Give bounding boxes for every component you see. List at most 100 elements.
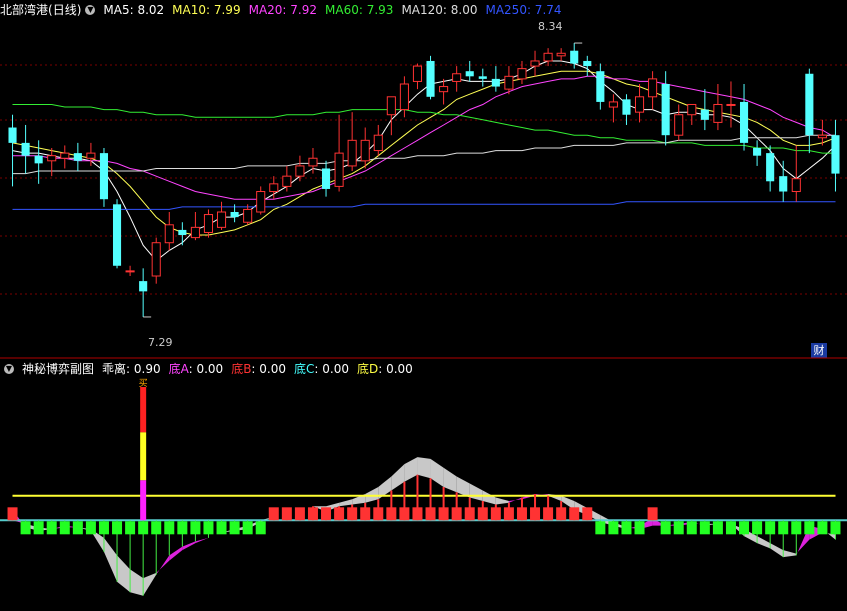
candle-body [164, 224, 174, 244]
candle-body [178, 229, 187, 236]
bias-block-down [699, 521, 710, 535]
candle-body [125, 270, 135, 273]
bias-fill [783, 550, 797, 558]
candle-body [530, 60, 540, 67]
bias-block-down [33, 521, 44, 535]
buy-marker-label: 买 [139, 378, 148, 389]
candle-body [373, 134, 383, 152]
bias-block-up [438, 507, 449, 521]
bias-block-down [46, 521, 57, 535]
candle-body [596, 71, 605, 102]
bias-fill [469, 483, 483, 502]
candle-body [21, 142, 30, 156]
bias-fill [495, 497, 509, 505]
candle-body [726, 103, 736, 106]
bias-block-up [7, 507, 18, 521]
bias-block-down [20, 521, 31, 535]
candle-body [478, 76, 487, 79]
bias-block-down [255, 521, 266, 535]
candle-body [34, 155, 43, 164]
candle-body [216, 211, 227, 228]
candle-body [439, 86, 449, 93]
bias-block-down [125, 521, 136, 535]
candle-body [60, 152, 70, 159]
bias-block-down [673, 521, 684, 535]
candle-body [190, 226, 200, 239]
candle-body [583, 60, 592, 67]
candle-body [308, 157, 318, 167]
bias-block-up [373, 507, 384, 521]
candle-body [256, 191, 266, 213]
bias-fill [770, 543, 784, 558]
bias-block-up [477, 507, 488, 521]
bias-block-down [216, 521, 227, 535]
bias-fill [130, 569, 144, 596]
bias-fill [404, 457, 418, 482]
candle-body [570, 50, 579, 64]
bias-fill [508, 497, 522, 503]
candle-body [112, 204, 122, 266]
candle-body [282, 175, 292, 187]
bias-block-up [307, 507, 318, 521]
bias-fill [339, 499, 353, 507]
candle-body [386, 96, 396, 116]
bias-block-up [321, 507, 332, 521]
candle-body [203, 214, 214, 233]
candle-body [99, 153, 109, 200]
candle-body [47, 155, 57, 162]
candle-body [753, 148, 762, 156]
bias-block-down [739, 521, 750, 535]
candle-body [465, 71, 474, 77]
candle-body [491, 78, 500, 87]
bias-fill [757, 536, 771, 549]
bias-fill [430, 458, 444, 487]
bias-fill [391, 464, 405, 491]
bias-block-up [647, 507, 658, 521]
candle-body [151, 242, 161, 277]
bias-block-down [203, 521, 214, 535]
bias-block-down [229, 521, 240, 535]
candle-body [230, 212, 239, 218]
candle-body [295, 165, 305, 177]
bias-block-down [242, 521, 253, 535]
buy-column-yellow [140, 432, 147, 481]
bias-block-down [59, 521, 70, 535]
candle-body [399, 83, 409, 111]
candle-body [139, 281, 148, 292]
candle-body [269, 183, 279, 193]
bias-block-up [294, 507, 305, 521]
ma-line-ma20 [12, 75, 836, 200]
candle-body [334, 152, 344, 187]
bias-block-up [412, 507, 423, 521]
candle-body [713, 103, 723, 123]
candle-body [8, 127, 17, 143]
bias-block-down [660, 521, 671, 535]
candle-body [426, 60, 435, 97]
candle-body [543, 52, 553, 62]
bias-block-up [268, 507, 279, 521]
bias-fill [169, 546, 183, 561]
candle-body [556, 52, 566, 57]
bias-block-up [399, 507, 410, 521]
bias-block-up [569, 507, 580, 521]
candle-body [608, 101, 618, 108]
bias-block-up [543, 507, 554, 521]
bias-block-down [765, 521, 776, 535]
bias-block-up [464, 507, 475, 521]
bias-block-up [281, 507, 292, 521]
ma-line-ma5 [12, 60, 836, 262]
bias-block-down [190, 521, 201, 535]
candle-body [831, 135, 840, 174]
bias-block-down [804, 521, 815, 535]
bias-fill [182, 541, 196, 551]
chart-canvas: 买 [0, 42, 847, 596]
bias-block-down [634, 521, 645, 535]
candle-body [805, 73, 814, 136]
bias-block-down [177, 521, 188, 535]
candle-body [739, 101, 749, 143]
bias-block-up [334, 507, 345, 521]
bias-block-up [490, 507, 501, 521]
bias-block-down [85, 521, 96, 535]
bias-block-down [112, 521, 123, 535]
bias-block-down [752, 521, 763, 535]
